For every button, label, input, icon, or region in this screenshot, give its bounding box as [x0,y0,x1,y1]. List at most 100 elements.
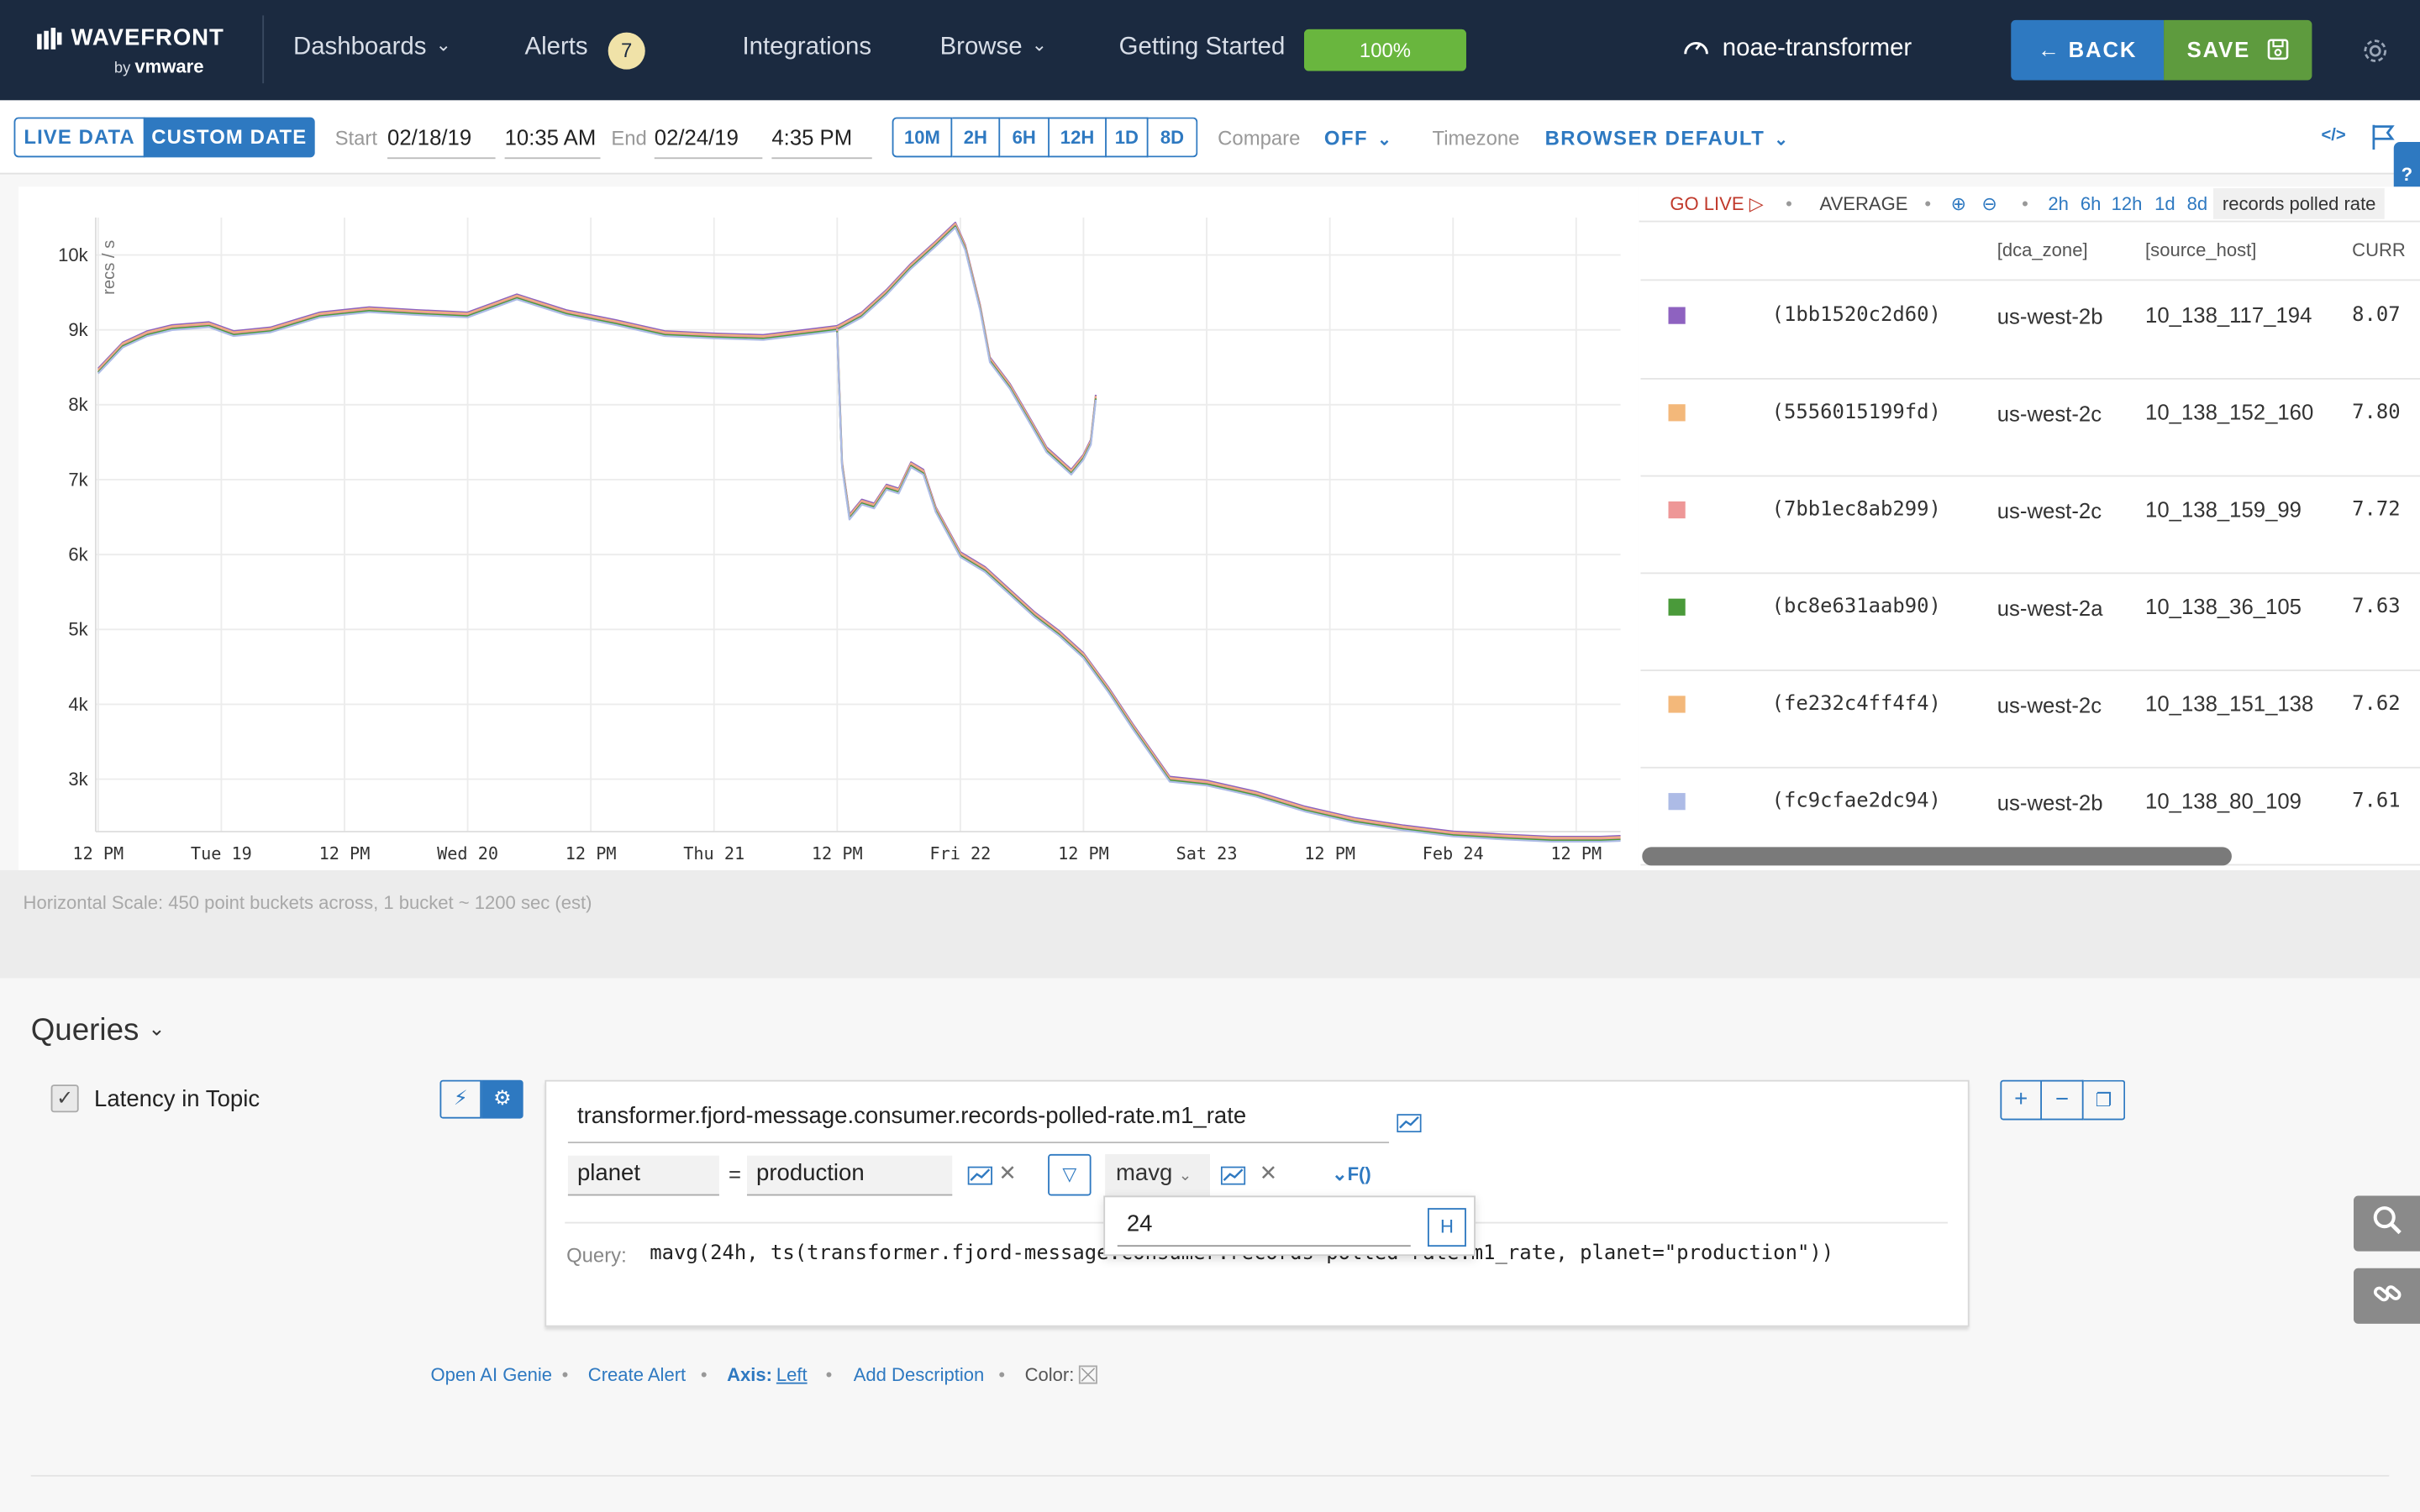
series-line[interactable] [836,332,1621,843]
quick-range-8d[interactable]: 8d [2187,193,2208,215]
custom-date-button[interactable]: CUSTOM DATE [143,117,315,158]
query-label: Query: [566,1243,627,1267]
filter-key-input[interactable]: planet [567,1155,719,1196]
range-2h-button[interactable]: 2H [952,117,1001,158]
column-dca-zone[interactable]: [dca_zone] [1997,239,2088,261]
function-param-input[interactable]: 24 [1117,1206,1411,1247]
x-tick-label: Fri 22 [929,843,991,864]
line-chart[interactable]: 3k 4k 5k 6k 7k 8k 9k 10k 12 PM Tue 19 12 PM Wed 20 1… [18,186,1639,870]
series-swatch [1668,598,1686,616]
function-select[interactable]: mavg ⌄ [1105,1153,1211,1198]
horizontal-scrollbar[interactable] [1642,847,2232,866]
series-line[interactable] [97,226,1097,476]
quick-range-6h[interactable]: 6h [2081,193,2102,215]
column-current[interactable]: CURR [2352,239,2406,261]
lightning-icon[interactable]: ⚡︎ [439,1079,482,1119]
nav-integrations[interactable]: Integrations [742,34,871,61]
nav-dashboards[interactable]: Dashboards ⌄ [293,34,451,61]
function-name: mavg [1115,1160,1173,1187]
metric-pill[interactable]: records polled rate [2212,188,2386,219]
summary-select[interactable]: AVERAGE [1820,193,1908,215]
legend-row[interactable]: (5556015199fd) us-west-2c 10_138_152_160 7.… [1640,380,2420,477]
timezone-label: Timezone [1432,126,1520,150]
live-data-button[interactable]: LIVE DATA [13,117,145,158]
remove-filter-icon[interactable]: ✕ [998,1160,1017,1186]
color-picker-icon[interactable] [1078,1365,1097,1384]
chart-preview-icon[interactable] [1397,1114,1422,1133]
chart-footer-band [0,869,2420,979]
filter-icon[interactable]: ▽ [1048,1153,1092,1196]
chart-preview-icon[interactable] [1220,1166,1246,1185]
link-icon[interactable] [2354,1268,2420,1324]
legend-row[interactable]: (1bb1520c2d60) us-west-2b 10_138_117_194 8.… [1640,282,2420,380]
quick-range-1d[interactable]: 1d [2154,193,2175,215]
gear-icon[interactable] [2361,37,2389,65]
legend-row[interactable]: (fe232c4ff4f4) us-west-2c 10_138_151_138 7.… [1640,671,2420,769]
create-alert-link[interactable]: Create Alert [588,1364,686,1386]
y-tick-label: 8k [68,394,88,415]
series-line[interactable] [97,223,1097,474]
axis-select[interactable]: Left [776,1364,808,1386]
legend-row[interactable]: (7bb1ec8ab299) us-west-2c 10_138_159_99 7.7… [1640,477,2420,575]
series-line[interactable] [836,329,1621,841]
open-ai-genie-link[interactable]: Open AI Genie [430,1364,552,1386]
zoom-out-icon[interactable]: ⊖ [1981,193,1996,215]
query-name[interactable]: Latency in Topic [94,1086,260,1112]
add-description-link[interactable]: Add Description [854,1364,985,1386]
clone-query-icon[interactable]: ❐ [2083,1079,2126,1121]
filter-value-input[interactable]: production [746,1155,953,1196]
nav-getting-started[interactable]: Getting Started [1119,34,1286,61]
range-8d-button[interactable]: 8D [1148,117,1198,158]
series-zone: us-west-2c [1996,401,2102,426]
remove-function-icon[interactable]: ✕ [1260,1160,1278,1186]
compare-select[interactable]: OFF ⌄ [1324,127,1393,150]
param-unit-button[interactable]: H [1427,1208,1466,1247]
queries-header[interactable]: Queries ⌄ [31,1014,166,1049]
search-icon[interactable] [2354,1195,2420,1252]
quick-range-2h[interactable]: 2h [2048,193,2069,215]
zoom-in-icon[interactable]: ⊕ [1951,193,1966,215]
timezone-select[interactable]: BROWSER DEFAULT ⌄ [1545,127,1790,150]
quick-range-12h[interactable]: 12h [2112,193,2143,215]
metric-input[interactable]: transformer.fjord-message.consumer.recor… [567,1094,1390,1144]
series-id: (fe232c4ff4f4) [1771,692,1941,717]
go-live-button[interactable]: GO LIVE ▷ [1670,193,1763,215]
getting-started-progress[interactable]: 100% [1304,29,1466,71]
remove-query-button[interactable]: − [2042,1079,2084,1121]
settings-gear-icon[interactable]: ⚙︎ [481,1079,523,1119]
series-line[interactable] [97,223,1097,472]
series-id: (1bb1520c2d60) [1771,303,1941,328]
column-source-host[interactable]: [source_host] [2145,239,2256,261]
nav-alerts-label: Alerts [524,34,588,60]
wavefront-logo[interactable]: WAVEFRONT by vmware [37,24,238,79]
series-line[interactable] [97,221,1097,471]
series-line[interactable] [836,331,1621,842]
start-time-input[interactable]: 10:35 AM [504,120,601,160]
chart-series [97,221,1621,843]
series-swatch [1668,696,1686,713]
start-date-input[interactable]: 02/18/19 [387,120,496,160]
legend-row[interactable]: (bc8e631aab90) us-west-2a 10_138_36_105 7.6… [1640,574,2420,671]
end-date-input[interactable]: 02/24/19 [654,120,763,160]
add-function-button[interactable]: ⌄F() [1332,1163,1371,1185]
brand-name: WAVEFRONT [71,24,224,51]
range-1d-button[interactable]: 1D [1106,117,1149,158]
range-10m-button[interactable]: 10M [892,117,953,158]
end-time-input[interactable]: 4:35 PM [771,120,872,160]
series-line[interactable] [836,327,1621,838]
nav-browse[interactable]: Browse ⌄ [940,34,1048,61]
series-line[interactable] [97,225,1097,475]
nav-alerts[interactable]: Alerts [524,34,587,61]
chevron-down-icon: ⌄ [1774,131,1790,150]
query-enabled-checkbox[interactable]: ✓ [50,1084,79,1113]
series-host: 10_138_152_160 [2145,399,2314,425]
back-button[interactable]: ← BACK [2011,19,2165,81]
chart-preview-icon[interactable] [967,1166,993,1185]
alerts-count-badge[interactable]: 7 [608,32,645,70]
range-12h-button[interactable]: 12H [1049,117,1107,158]
save-button[interactable]: SAVE [2164,19,2312,81]
flag-icon[interactable] [2370,123,2395,151]
code-icon[interactable]: </> [2321,127,2345,145]
range-6h-button[interactable]: 6H [1000,117,1050,158]
add-query-button[interactable]: + [2000,1079,2043,1121]
